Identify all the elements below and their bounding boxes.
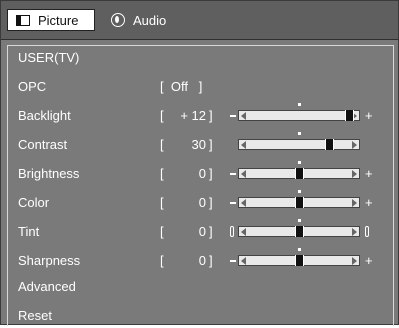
- sharpness-plus-icon: +: [365, 253, 373, 268]
- arrow-left-icon: [241, 141, 246, 149]
- arrow-left-icon: [241, 199, 246, 207]
- sharpness-minus-icon: [230, 260, 236, 262]
- brightness-label: Brightness: [18, 166, 80, 181]
- color-slider-thumb[interactable]: [295, 197, 304, 208]
- contrast-label: Contrast: [18, 137, 68, 152]
- brightness-value: 0: [198, 166, 206, 181]
- backlight-label: Backlight: [18, 108, 71, 123]
- brightness-bracket-close: ]: [209, 166, 213, 181]
- arrow-right-icon: [352, 199, 357, 207]
- backlight-slider-thumb[interactable]: [345, 110, 354, 121]
- tint-row[interactable]: Tint [0]: [8, 219, 393, 244]
- color-bracket-open: [: [160, 195, 164, 210]
- opc-value-text: Off: [170, 79, 188, 94]
- contrast-slider[interactable]: [238, 132, 360, 150]
- arrow-right-icon: [352, 228, 357, 236]
- arrow-left-icon: [241, 228, 246, 236]
- picture-settings-panel: USER(TV) OPC [ Off ] Backlight [ + 12] + Con…: [7, 45, 394, 326]
- sharpness-bracket-close: ]: [209, 253, 213, 268]
- contrast-bracket-close: ]: [209, 137, 213, 152]
- brightness-slider-thumb[interactable]: [295, 168, 304, 179]
- tint-slider[interactable]: [238, 219, 360, 237]
- tint-red-icon: [230, 226, 234, 237]
- backlight-center-tick: [298, 103, 301, 106]
- arrow-left-icon: [241, 112, 246, 120]
- backlight-slider[interactable]: [238, 103, 360, 121]
- tab-bar: Picture Audio: [1, 1, 398, 40]
- tint-label: Tint: [18, 224, 40, 239]
- color-plus-icon: +: [365, 195, 373, 210]
- brightness-slider[interactable]: [238, 161, 360, 179]
- contrast-row[interactable]: Contrast [30]: [8, 132, 393, 157]
- color-label: Color: [18, 195, 50, 210]
- arrow-right-icon: [352, 141, 357, 149]
- menu-item-advanced[interactable]: Advanced: [8, 275, 393, 299]
- reset-label: Reset: [18, 308, 52, 323]
- tab-picture-label: Picture: [38, 12, 79, 28]
- tv-menu-window: Picture Audio USER(TV) OPC [ Off ] Backl…: [0, 0, 399, 326]
- contrast-bracket-open: [: [160, 137, 164, 152]
- color-value: 0: [198, 195, 206, 210]
- brightness-row[interactable]: Brightness [0] +: [8, 161, 393, 186]
- arrow-left-icon: [241, 257, 246, 265]
- color-slider[interactable]: [238, 190, 360, 208]
- color-bracket-close: ]: [209, 195, 213, 210]
- brightness-minus-icon: [230, 173, 236, 175]
- tint-value: 0: [198, 224, 206, 239]
- backlight-bracket-close: ]: [209, 108, 213, 123]
- tint-slider-thumb[interactable]: [295, 226, 304, 237]
- contrast-slider-thumb[interactable]: [325, 139, 334, 150]
- brightness-plus-icon: +: [365, 166, 373, 181]
- arrow-right-icon: [352, 257, 357, 265]
- arrow-right-icon: [352, 170, 357, 178]
- picture-icon: [16, 14, 30, 26]
- tab-audio-label: Audio: [133, 12, 167, 28]
- sharpness-slider-thumb[interactable]: [295, 255, 304, 266]
- backlight-bracket-open: [: [160, 108, 164, 123]
- color-row[interactable]: Color [0] +: [8, 190, 393, 215]
- tab-picture[interactable]: Picture: [7, 9, 95, 31]
- contrast-center-tick: [298, 132, 301, 135]
- sharpness-row[interactable]: Sharpness [0] +: [8, 248, 393, 273]
- color-minus-icon: [230, 202, 236, 204]
- opc-row[interactable]: OPC [ Off ]: [8, 75, 393, 99]
- arrow-left-icon: [241, 170, 246, 178]
- sharpness-value: 0: [198, 253, 206, 268]
- sharpness-center-tick: [298, 248, 301, 251]
- tab-audio[interactable]: Audio: [105, 9, 191, 31]
- contrast-value: 30: [191, 137, 206, 152]
- opc-value: [ Off ]: [160, 79, 203, 94]
- sharpness-label: Sharpness: [18, 253, 81, 268]
- audio-icon: [111, 13, 125, 27]
- opc-label: OPC: [18, 79, 47, 94]
- backlight-value: + 12: [180, 108, 206, 123]
- tint-green-icon: [365, 226, 369, 237]
- mode-row: USER(TV): [8, 46, 393, 70]
- menu-item-reset[interactable]: Reset: [8, 304, 393, 328]
- advanced-label: Advanced: [18, 279, 76, 294]
- color-center-tick: [298, 190, 301, 193]
- tint-bracket-close: ]: [209, 224, 213, 239]
- tint-bracket-open: [: [160, 224, 164, 239]
- brightness-bracket-open: [: [160, 166, 164, 181]
- backlight-plus-icon: +: [365, 108, 373, 123]
- brightness-center-tick: [298, 161, 301, 164]
- tint-center-tick: [298, 219, 301, 222]
- backlight-minus-icon: [230, 115, 236, 117]
- sharpness-slider[interactable]: [238, 248, 360, 266]
- picture-mode-title: USER(TV): [18, 50, 80, 65]
- sharpness-bracket-open: [: [160, 253, 164, 268]
- backlight-row[interactable]: Backlight [ + 12] +: [8, 103, 393, 128]
